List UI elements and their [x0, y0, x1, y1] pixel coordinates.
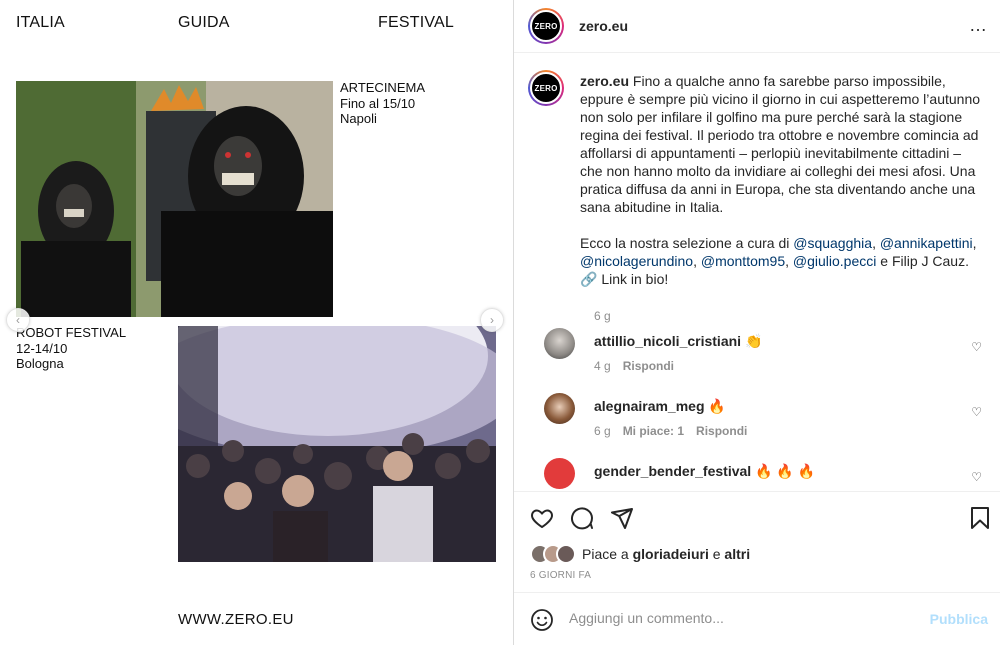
comment-icon[interactable] [570, 506, 594, 530]
caption-robot-festival: ROBOT FESTIVAL 12-14/10 Bologna [16, 325, 126, 372]
comment-username[interactable]: gender_bender_festival [594, 463, 751, 479]
commenter-avatar[interactable] [544, 458, 575, 489]
comment-username[interactable]: alegnairam_meg [594, 398, 705, 414]
image-text-festival: FESTIVAL [378, 14, 454, 31]
carousel-next-button[interactable]: › [480, 308, 504, 332]
image-text-italia: ITALIA [16, 14, 65, 31]
emoji-icon[interactable] [530, 608, 554, 632]
likes-text: Piace a gloriadeiuri e altri [582, 546, 750, 562]
comment-text: 👏 [744, 333, 763, 349]
comment-meta: 4 g Rispondi [594, 359, 674, 373]
post-date[interactable]: 6 GIORNI FA [530, 570, 591, 581]
caption-body: Fino a qualche anno fa sarebbe parso imp… [580, 73, 981, 215]
avatar-logo: ZERO [530, 10, 562, 42]
reply-button[interactable]: Rispondi [623, 359, 674, 373]
comment-text: 🔥 🔥 🔥 [755, 463, 816, 479]
comment-time[interactable]: 6 g [594, 424, 611, 438]
mention-link[interactable]: @giulio.pecci [793, 253, 876, 269]
like-comment-icon[interactable]: ♡ [971, 470, 982, 484]
share-icon[interactable] [610, 506, 634, 530]
likes-conjunction: e [708, 546, 725, 562]
commenter-avatar[interactable] [544, 393, 575, 424]
caption-robot-date: 12-14/10 [16, 340, 68, 356]
post-side-panel: ZERO zero.eu … ZERO zero.eu Fino a qualc… [514, 0, 1000, 645]
mention-link[interactable]: @nicolagerundino [580, 253, 693, 269]
photo-crowd-party [178, 326, 496, 562]
caption-avatar-logo: ZERO [530, 72, 562, 104]
carousel-prev-button[interactable]: ‹ [6, 308, 30, 332]
instagram-post-view: ITALIA GUIDA FESTIVAL ARTECINEMA Fino al… [0, 0, 1000, 645]
liker-username[interactable]: gloriadeiuri [633, 546, 709, 562]
likes-prefix: Piace a [582, 546, 633, 562]
chevron-right-icon: › [490, 313, 494, 327]
comments-area[interactable]: ZERO zero.eu Fino a qualche anno fa sare… [514, 54, 1000, 491]
caption-artecinema-city: Napoli [340, 111, 377, 126]
like-comment-icon[interactable]: ♡ [971, 405, 982, 419]
mention-link[interactable]: @squagghia [793, 235, 872, 251]
chevron-left-icon: ‹ [16, 313, 20, 327]
image-text-guida: GUIDA [178, 14, 230, 31]
comment-text: 🔥 [708, 398, 726, 414]
post-header: ZERO zero.eu … [514, 0, 1000, 53]
caption-username[interactable]: zero.eu [580, 73, 629, 89]
add-comment-bar: Pubblica [514, 592, 1000, 645]
more-options-icon[interactable]: … [969, 15, 988, 36]
likes-summary: Piace a gloriadeiuri e altri [530, 544, 750, 564]
post-image: ITALIA GUIDA FESTIVAL ARTECINEMA Fino al… [0, 0, 514, 645]
reply-button[interactable]: Rispondi [696, 424, 747, 438]
caption-avatar[interactable]: ZERO [528, 70, 564, 106]
commenter-avatar[interactable] [544, 328, 575, 359]
caption-credits-prefix: Ecco la nostra selezione a cura di [580, 235, 794, 251]
comment-item: gender_bender_festival 🔥 🔥 🔥 ♡ [528, 458, 990, 491]
caption-artecinema-title: ARTECINEMA [340, 80, 425, 95]
comment-username[interactable]: attillio_nicoli_cristiani [594, 333, 741, 349]
caption-artecinema: ARTECINEMA Fino al 15/10 Napoli [340, 80, 425, 127]
likes-others-link[interactable]: altri [724, 546, 750, 562]
avatar[interactable]: ZERO [528, 8, 564, 44]
comment-input[interactable] [569, 610, 909, 626]
mention-link[interactable]: @annikapettini [880, 235, 973, 251]
caption-text: zero.eu Fino a qualche anno fa sarebbe p… [580, 73, 981, 287]
comment-body: attillio_nicoli_cristiani 👏 [594, 333, 762, 350]
caption-robot-city: Bologna [16, 356, 64, 371]
comment-item: alegnairam_meg 🔥 6 g Mi piace: 1 Rispond… [528, 393, 990, 453]
comment-item: attillio_nicoli_cristiani 👏 4 g Rispondi… [528, 328, 990, 388]
image-text-website: WWW.ZERO.EU [178, 611, 294, 628]
caption-artecinema-date: Fino al 15/10 [340, 95, 416, 111]
publish-button[interactable]: Pubblica [930, 611, 988, 627]
post-actions: Piace a gloriadeiuri e altri 6 GIORNI FA [514, 491, 1000, 591]
caption-credits-suffix: e Filip J Cauz. [876, 253, 969, 269]
caption-timestamp[interactable]: 6 g [594, 309, 611, 323]
comment-meta: 6 g Mi piace: 1 Rispondi [594, 424, 747, 438]
liker-avatar[interactable] [556, 544, 576, 564]
comment-time[interactable]: 4 g [594, 359, 611, 373]
heart-icon[interactable] [530, 506, 554, 530]
mention-link[interactable]: @monttom95 [701, 253, 785, 269]
photo-gorilla-masks [16, 81, 333, 317]
header-username[interactable]: zero.eu [579, 18, 628, 34]
caption-robot-title: ROBOT FESTIVAL [16, 325, 127, 340]
link-in-bio: 🔗 Link in bio! [580, 271, 669, 287]
comment-body: gender_bender_festival 🔥 🔥 🔥 [594, 463, 815, 480]
comment-likes[interactable]: Mi piace: 1 [623, 424, 684, 438]
comment-body: alegnairam_meg 🔥 [594, 398, 726, 415]
bookmark-icon[interactable] [968, 506, 992, 530]
like-comment-icon[interactable]: ♡ [971, 340, 982, 354]
